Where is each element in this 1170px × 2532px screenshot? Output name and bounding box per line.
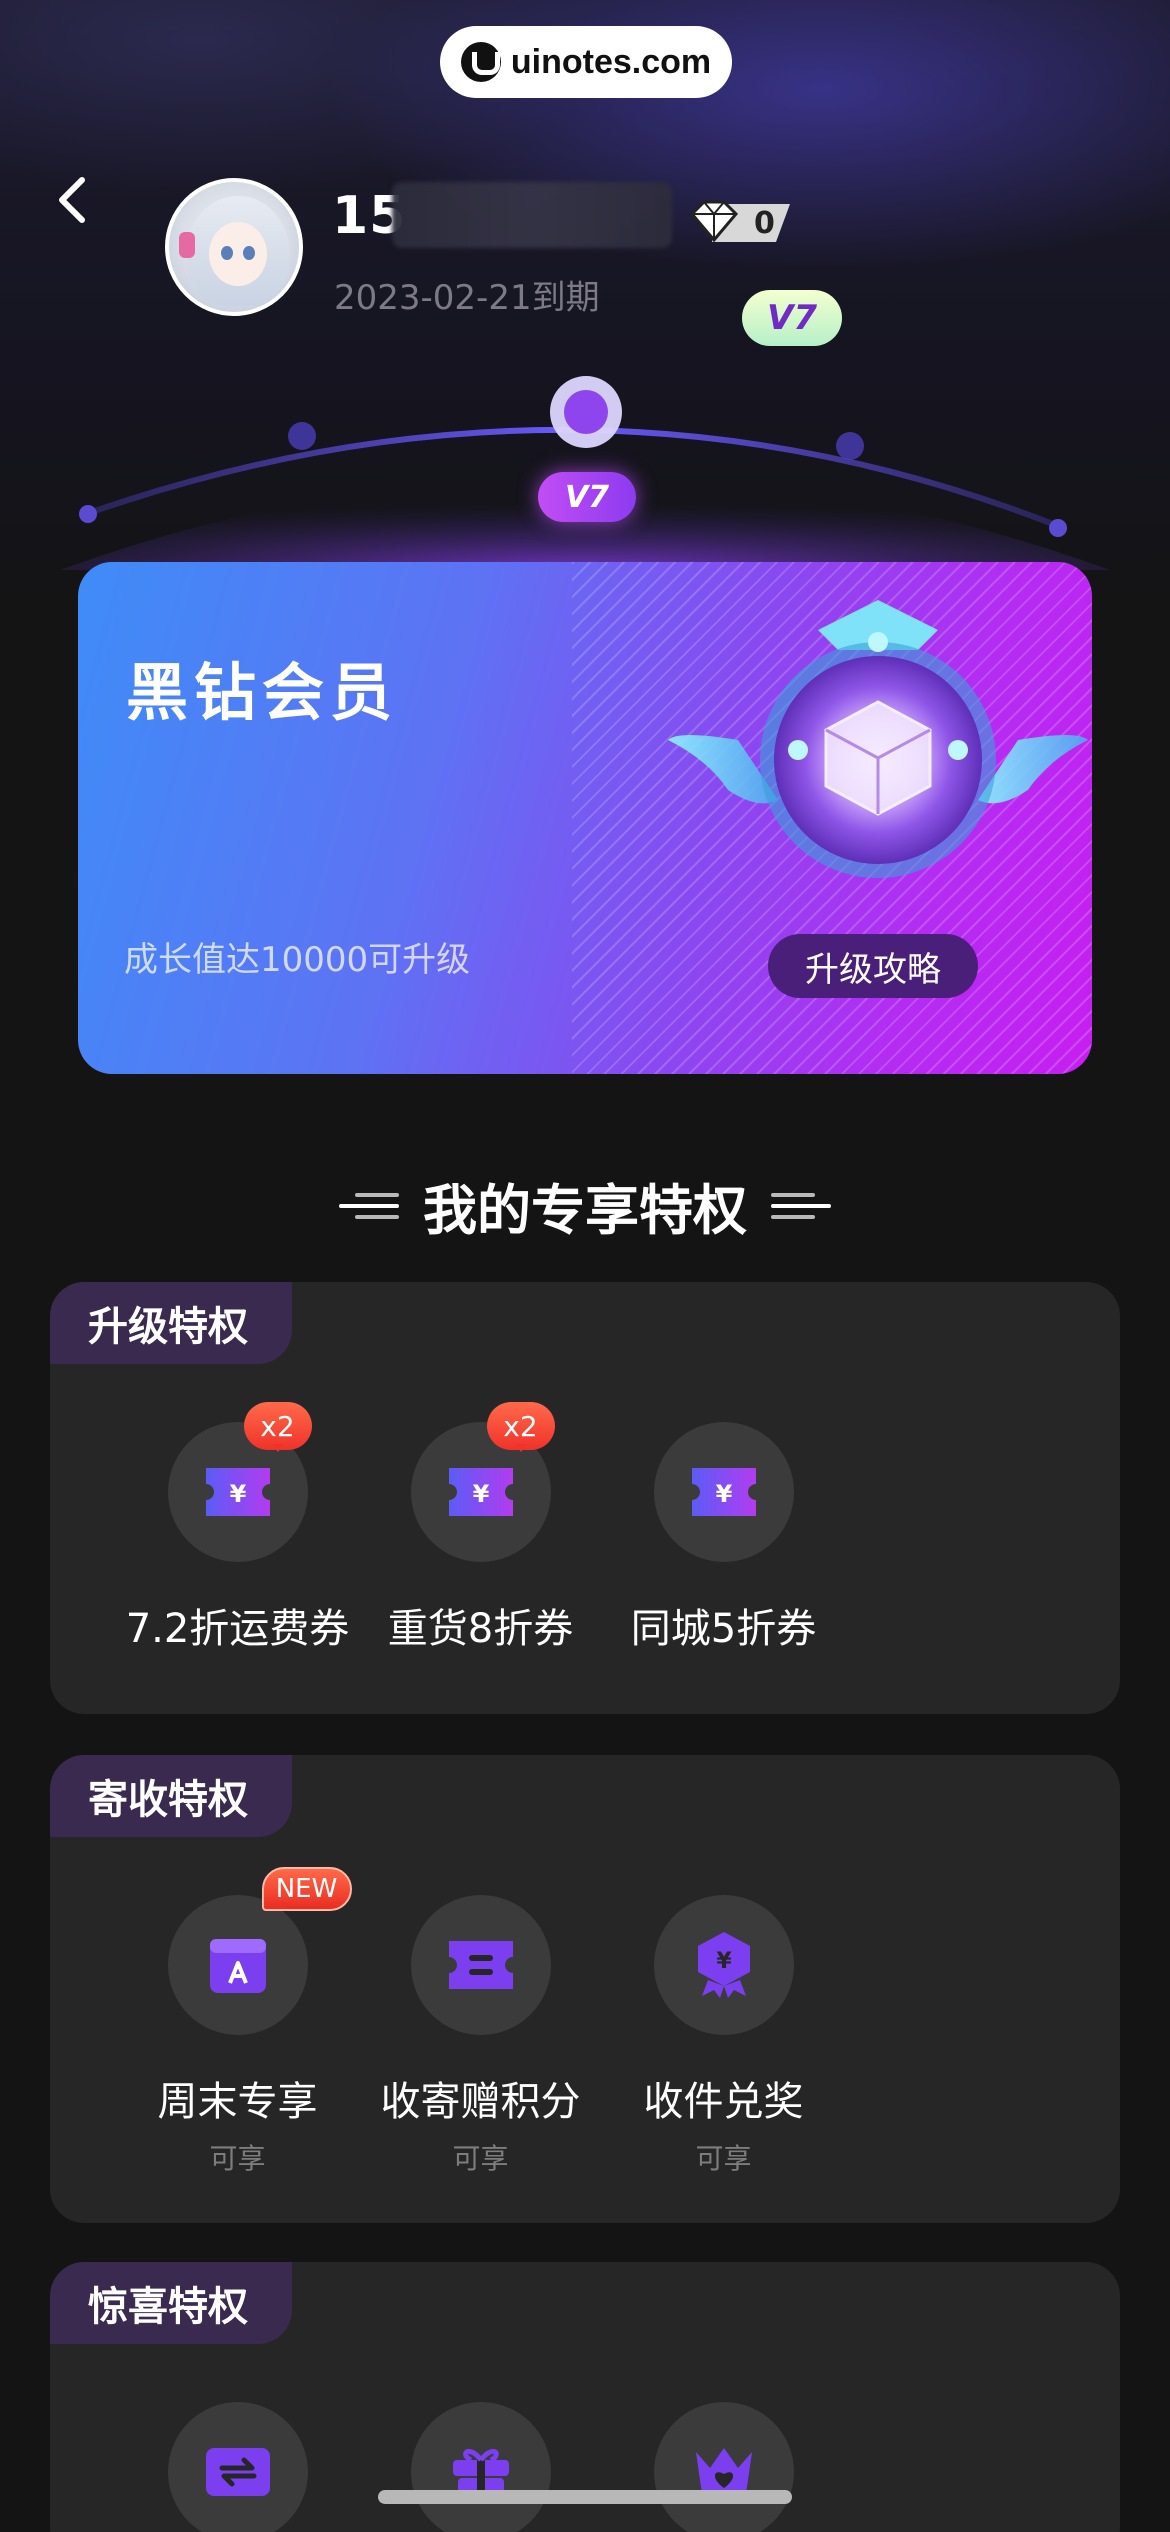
upgrade-privileges-panel: 升级特权 ¥ x2 7.2折运费券 ¥ x2 重货8折券 ¥ 同城5折券 — [50, 1282, 1120, 1714]
privilege-item-freight-coupon[interactable]: ¥ x2 7.2折运费券 — [116, 1402, 359, 1654]
coupon-icon: ¥ — [448, 1468, 513, 1516]
level-count: 0 — [754, 206, 775, 241]
send-receive-privileges-panel: 寄收特权 NEW 周末专享 可享 收寄赠积分 可享 ¥ 收件兑奖 可享 — [50, 1755, 1120, 2223]
section-heading: 我的专享特权 — [0, 1166, 1170, 1245]
privilege-label: 7.2折运费券 — [125, 1606, 350, 1652]
calendar-icon — [209, 1939, 266, 1993]
svg-text:¥: ¥ — [229, 1480, 246, 1508]
svg-text:¥: ¥ — [715, 1480, 732, 1508]
home-indicator[interactable] — [378, 2490, 792, 2504]
medal-level-label: V7 — [742, 290, 842, 346]
privilege-item-same-city-coupon[interactable]: ¥ 同城5折券 — [602, 1422, 845, 1654]
uinotes-logo-icon — [460, 42, 501, 82]
panel-tag: 惊喜特权 — [50, 2262, 292, 2344]
privilege-item-points[interactable]: 收寄赠积分 可享 — [359, 1895, 602, 2177]
back-arrow-icon[interactable] — [50, 172, 94, 228]
current-level-pill: V7 — [538, 472, 636, 522]
privilege-label: 重货8折券 — [387, 1606, 574, 1652]
heading-deco-right — [771, 1192, 831, 1219]
svg-text:¥: ¥ — [716, 1949, 732, 1974]
diamond-level-icon — [690, 200, 790, 243]
privilege-item-heavy-goods-coupon[interactable]: ¥ x2 重货8折券 — [359, 1402, 602, 1654]
watermark: uinotes.com — [440, 26, 732, 98]
privilege-label: 收件兑奖 — [643, 2079, 804, 2125]
coupon-icon: ¥ — [691, 1468, 756, 1516]
member-card-title: 黑钻会员 — [126, 656, 399, 729]
exchange-card-icon — [205, 2448, 270, 2496]
coupon-icon: ¥ — [205, 1468, 270, 1516]
privilege-label: 收寄赠积分 — [380, 2079, 581, 2125]
svg-text:¥: ¥ — [472, 1480, 489, 1508]
avatar[interactable] — [165, 178, 303, 316]
privilege-item-crown[interactable] — [602, 2402, 845, 2532]
double-badge: x2 — [486, 1402, 555, 1452]
heading-deco-left — [339, 1192, 399, 1219]
points-ticket-icon — [448, 1941, 513, 1989]
privilege-label: 周末专享 — [157, 2079, 318, 2125]
privilege-status: 可享 — [452, 2142, 509, 2175]
privilege-item-weekend[interactable]: NEW 周末专享 可享 — [116, 1867, 359, 2177]
section-title: 我的专享特权 — [423, 1179, 747, 1242]
watermark-text: uinotes.com — [510, 42, 712, 81]
growth-hint: 成长值达10000可升级 — [124, 940, 471, 980]
privilege-status: 可享 — [695, 2142, 752, 2175]
new-badge: NEW — [261, 1867, 352, 1911]
privilege-label: 同城5折券 — [630, 1606, 817, 1652]
expire-date: 2023-02-21到期 — [334, 278, 600, 318]
panel-tag: 升级特权 — [50, 1282, 292, 1364]
privilege-status: 可享 — [209, 2142, 266, 2175]
double-badge: x2 — [243, 1402, 312, 1452]
reward-badge-icon: ¥ — [697, 1932, 750, 1998]
privilege-item-receive-reward[interactable]: ¥ 收件兑奖 可享 — [602, 1895, 845, 2177]
level-progress-arc — [60, 376, 1110, 570]
panel-tag: 寄收特权 — [50, 1755, 292, 1837]
upgrade-guide-button[interactable]: 升级攻略 — [768, 934, 978, 998]
privilege-item-gift[interactable] — [359, 2402, 602, 2532]
level-medal-icon — [668, 600, 1088, 878]
masked-phone-number — [392, 182, 672, 248]
privilege-item-exchange[interactable] — [116, 2402, 359, 2532]
